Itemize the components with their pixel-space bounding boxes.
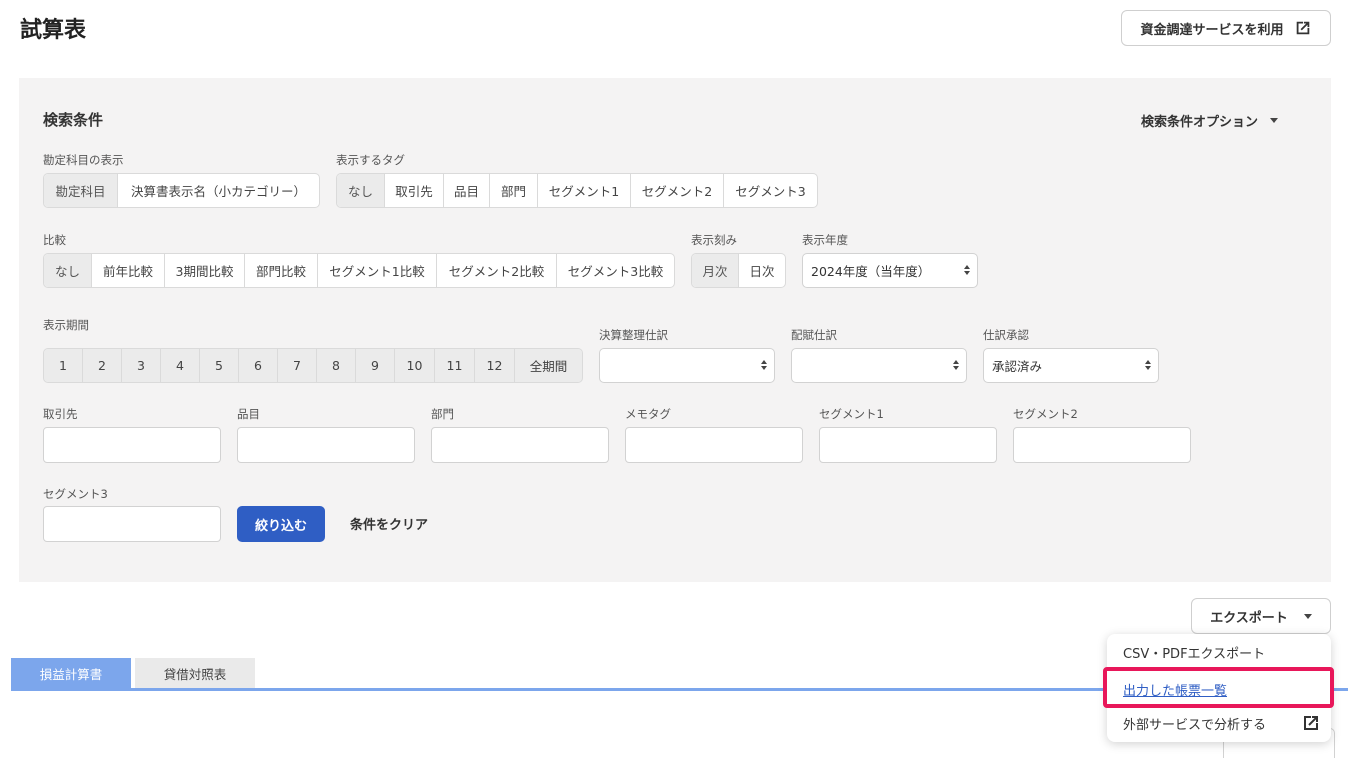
tab-income-statement[interactable]: 損益計算書 xyxy=(11,658,131,688)
segment3-input[interactable] xyxy=(43,506,221,542)
partner-input[interactable] xyxy=(43,427,221,463)
export-button-label: エクスポート xyxy=(1210,610,1288,626)
period-month-11[interactable]: 11 xyxy=(435,349,475,382)
period-month-10[interactable]: 10 xyxy=(395,349,435,382)
menu-item-external-analysis[interactable]: 外部サービスで分析する xyxy=(1107,710,1331,736)
caret-down-icon xyxy=(1303,613,1312,619)
external-link-icon xyxy=(1304,716,1318,730)
funding-service-button[interactable]: 資金調達サービスを利用 xyxy=(1121,10,1331,46)
account-display-toggle: 勘定科目 決算書表示名（小カテゴリー） xyxy=(43,173,320,208)
tag-option-none[interactable]: なし xyxy=(337,174,385,207)
funding-service-label: 資金調達サービスを利用 xyxy=(1140,22,1284,38)
select-arrows-icon xyxy=(953,360,959,370)
allocation-entries-label: 配賦仕訳 xyxy=(791,328,837,342)
approval-label: 仕訳承認 xyxy=(983,328,1029,342)
department-input[interactable] xyxy=(431,427,609,463)
compare-option-segment1[interactable]: セグメント1比較 xyxy=(318,254,437,287)
granularity-label: 表示刻み xyxy=(691,233,737,247)
period-month-2[interactable]: 2 xyxy=(83,349,122,382)
granularity-option-monthly[interactable]: 月次 xyxy=(692,254,739,287)
account-display-option-account[interactable]: 勘定科目 xyxy=(44,174,118,207)
segment2-input[interactable] xyxy=(1013,427,1191,463)
tag-option-segment1[interactable]: セグメント1 xyxy=(538,174,631,207)
select-arrows-icon xyxy=(1145,360,1151,370)
menu-item-label: 外部サービスで分析する xyxy=(1123,717,1267,733)
period-month-8[interactable]: 8 xyxy=(317,349,356,382)
export-button[interactable]: エクスポート xyxy=(1191,598,1331,634)
external-link-icon xyxy=(1296,21,1309,35)
fiscal-year-label: 表示年度 xyxy=(802,233,848,247)
tag-option-item[interactable]: 品目 xyxy=(444,174,490,207)
page-title: 試算表 xyxy=(20,18,87,43)
period-all[interactable]: 全期間 xyxy=(515,349,582,382)
account-display-label: 勘定科目の表示 xyxy=(43,153,124,167)
period-label: 表示期間 xyxy=(43,318,89,332)
closing-entries-label: 決算整理仕訳 xyxy=(599,328,668,342)
period-month-1[interactable]: 1 xyxy=(44,349,83,382)
tag-option-segment3[interactable]: セグメント3 xyxy=(724,174,817,207)
highlight-box xyxy=(1103,667,1334,708)
period-month-12[interactable]: 12 xyxy=(475,349,515,382)
filter-button[interactable]: 絞り込む xyxy=(237,506,325,542)
item-label: 品目 xyxy=(237,407,260,421)
approval-value: 承認済み xyxy=(992,359,1043,374)
compare-option-segment3[interactable]: セグメント3比較 xyxy=(557,254,674,287)
segment1-label: セグメント1 xyxy=(819,407,884,421)
segment1-input[interactable] xyxy=(819,427,997,463)
compare-option-prev-year[interactable]: 前年比較 xyxy=(92,254,165,287)
compare-option-segment2[interactable]: セグメント2比較 xyxy=(437,254,557,287)
fiscal-year-value: 2024年度（当年度） xyxy=(811,264,931,279)
account-display-option-statement[interactable]: 決算書表示名（小カテゴリー） xyxy=(118,174,319,207)
tag-option-department[interactable]: 部門 xyxy=(490,174,538,207)
memo-tag-label: メモタグ xyxy=(625,407,671,421)
item-input[interactable] xyxy=(237,427,415,463)
compare-label: 比較 xyxy=(43,233,66,247)
tag-option-partner[interactable]: 取引先 xyxy=(385,174,444,207)
search-options-label: 検索条件オプション xyxy=(1141,115,1259,130)
partner-label: 取引先 xyxy=(43,407,78,421)
tab-balance-sheet[interactable]: 貸借対照表 xyxy=(135,658,255,688)
period-range: 1 2 3 4 5 6 7 8 9 10 11 12 全期間 xyxy=(43,348,583,383)
granularity-toggle: 月次 日次 xyxy=(691,253,786,288)
segment3-label: セグメント3 xyxy=(43,487,108,501)
compare-toggle: なし 前年比較 3期間比較 部門比較 セグメント1比較 セグメント2比較 セグメ… xyxy=(43,253,675,288)
period-month-3[interactable]: 3 xyxy=(122,349,161,382)
period-month-5[interactable]: 5 xyxy=(200,349,239,382)
tag-option-segment2[interactable]: セグメント2 xyxy=(631,174,724,207)
tags-label: 表示するタグ xyxy=(336,153,405,167)
segment2-label: セグメント2 xyxy=(1013,407,1078,421)
memo-tag-input[interactable] xyxy=(625,427,803,463)
compare-option-none[interactable]: なし xyxy=(44,254,92,287)
period-month-6[interactable]: 6 xyxy=(239,349,278,382)
fiscal-year-select[interactable]: 2024年度（当年度） xyxy=(802,253,978,288)
clear-conditions-button[interactable]: 条件をクリア xyxy=(350,514,428,533)
search-options-toggle[interactable]: 検索条件オプション xyxy=(1141,111,1279,130)
closing-entries-select[interactable] xyxy=(599,348,775,383)
compare-option-3-periods[interactable]: 3期間比較 xyxy=(165,254,245,287)
menu-item-label: CSV・PDFエクスポート xyxy=(1123,646,1266,662)
caret-down-icon xyxy=(1270,118,1279,123)
select-arrows-icon xyxy=(964,265,970,275)
period-month-9[interactable]: 9 xyxy=(356,349,395,382)
period-month-4[interactable]: 4 xyxy=(161,349,200,382)
compare-option-department[interactable]: 部門比較 xyxy=(245,254,318,287)
search-panel-title: 検索条件 xyxy=(43,111,104,129)
department-label: 部門 xyxy=(431,407,454,421)
period-month-7[interactable]: 7 xyxy=(278,349,317,382)
approval-select[interactable]: 承認済み xyxy=(983,348,1159,383)
granularity-option-daily[interactable]: 日次 xyxy=(739,254,785,287)
menu-item-csv-pdf-export[interactable]: CSV・PDFエクスポート xyxy=(1107,640,1331,664)
allocation-entries-select[interactable] xyxy=(791,348,967,383)
tags-toggle: なし 取引先 品目 部門 セグメント1 セグメント2 セグメント3 xyxy=(336,173,818,208)
select-arrows-icon xyxy=(761,360,767,370)
